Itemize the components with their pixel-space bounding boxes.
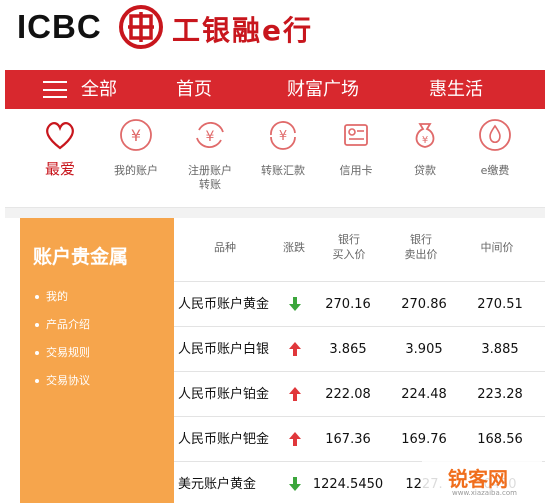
header-change: 涨跌 bbox=[283, 241, 305, 254]
bank-buy-cell: 1224.5450 bbox=[312, 477, 384, 492]
table-row[interactable]: 人民币账户黄金 270.16 270.86 270.51 bbox=[174, 281, 545, 326]
header-mid: 中间价 bbox=[480, 241, 514, 254]
quick-label: 信用卡 bbox=[339, 164, 373, 177]
bank-sell-cell: 3.905 bbox=[405, 342, 443, 357]
arrow-down-icon bbox=[289, 297, 301, 311]
brand-name-cn: 工银融e行 bbox=[172, 14, 313, 47]
bank-buy-cell: 3.865 bbox=[329, 342, 367, 357]
variety-cell: 人民币账户钯金 bbox=[178, 432, 270, 447]
bank-sell-cell: 224.48 bbox=[401, 387, 447, 402]
bank-buy-cell: 222.08 bbox=[325, 387, 371, 402]
bank-buy-cell: 167.36 bbox=[325, 432, 371, 447]
header-bank-buy: 银行 买入价 bbox=[332, 233, 366, 261]
table-row[interactable]: 人民币账户白银 3.865 3.905 3.885 bbox=[174, 326, 545, 371]
variety-cell: 人民币账户铂金 bbox=[178, 387, 270, 402]
variety-cell: 美元账户黄金 bbox=[178, 477, 257, 492]
quick-transfer[interactable]: ¥ 转账汇款 bbox=[248, 118, 318, 178]
section-divider bbox=[5, 208, 545, 218]
bank-sell-cell: 270.86 bbox=[401, 297, 447, 312]
sidebar-item-mine[interactable]: 我的 bbox=[35, 288, 68, 304]
app-header: ICBC 工银融e行 bbox=[0, 0, 550, 66]
arrow-up-icon bbox=[289, 432, 301, 446]
quick-access-bar: 最爱 ¥ 我的账户 ¥ 注册账户 转账 ¥ 转账汇款 信用卡 ¥ 贷款 e缴费 bbox=[5, 112, 545, 208]
quick-credit-card[interactable]: 信用卡 bbox=[321, 118, 391, 178]
quick-label: 注册账户 转账 bbox=[188, 164, 232, 191]
sidebar-item-trading-agreement[interactable]: 交易协议 bbox=[35, 372, 90, 388]
svg-text:¥: ¥ bbox=[279, 129, 287, 144]
brand-name-en: ICBC bbox=[17, 8, 102, 45]
sidebar-item-label: 我的 bbox=[46, 290, 68, 303]
precious-metals-sidebar: 账户贵金属 我的 产品介绍 交易规则 交易协议 bbox=[20, 218, 174, 503]
arrow-up-icon bbox=[289, 342, 301, 356]
svg-text:¥: ¥ bbox=[422, 135, 428, 146]
money-bag-icon: ¥ bbox=[415, 123, 435, 148]
watermark: 锐客网 www.xiazaiba.com bbox=[422, 459, 542, 499]
quick-label: 最爱 bbox=[44, 160, 75, 178]
nav-home[interactable]: 首页 bbox=[176, 70, 212, 109]
mid-price-cell: 223.28 bbox=[477, 387, 523, 402]
sidebar-item-product-intro[interactable]: 产品介绍 bbox=[35, 316, 90, 332]
sidebar-item-trading-rules[interactable]: 交易规则 bbox=[35, 344, 90, 360]
nav-all[interactable]: 全部 bbox=[81, 70, 117, 109]
header-bank-sell: 银行 卖出价 bbox=[404, 233, 438, 261]
icbc-logo-icon bbox=[119, 5, 163, 49]
yen-exchange-icon: ¥ bbox=[196, 121, 224, 149]
table-row[interactable]: 人民币账户铂金 222.08 224.48 223.28 bbox=[174, 371, 545, 416]
sidebar-item-label: 交易协议 bbox=[46, 374, 90, 387]
quick-label: 转账汇款 bbox=[261, 164, 305, 177]
mid-price-cell: 270.51 bbox=[477, 297, 523, 312]
quick-label: 贷款 bbox=[414, 164, 436, 177]
arrow-up-icon bbox=[289, 387, 301, 401]
yen-icon: ¥ bbox=[120, 119, 152, 151]
watermark-url: www.xiazaiba.com bbox=[452, 489, 517, 497]
header-variety: 品种 bbox=[214, 241, 236, 254]
table-row[interactable]: 人民币账户钯金 167.36 169.76 168.56 bbox=[174, 416, 545, 461]
sidebar-item-label: 交易规则 bbox=[46, 346, 90, 359]
nav-wealth-plaza[interactable]: 财富广场 bbox=[287, 70, 359, 109]
quick-label: e缴费 bbox=[480, 164, 510, 177]
variety-cell: 人民币账户黄金 bbox=[178, 297, 270, 312]
watermark-text: 锐客网 bbox=[448, 467, 508, 491]
quick-register-transfer[interactable]: ¥ 注册账户 转账 bbox=[175, 118, 245, 192]
svg-text:¥: ¥ bbox=[131, 126, 141, 145]
svg-text:¥: ¥ bbox=[206, 129, 215, 145]
quick-e-payment[interactable]: e缴费 bbox=[460, 118, 530, 178]
heart-icon bbox=[46, 122, 74, 150]
quick-label: 我的账户 bbox=[114, 164, 158, 177]
bank-buy-cell: 270.16 bbox=[325, 297, 371, 312]
transfer-icon: ¥ bbox=[270, 121, 296, 150]
sidebar-item-label: 产品介绍 bbox=[46, 318, 90, 331]
mid-price-cell: 168.56 bbox=[477, 432, 523, 447]
main-nav: 全部 首页 财富广场 惠生活 bbox=[5, 70, 545, 109]
sidebar-title: 账户贵金属 bbox=[33, 246, 129, 268]
mid-price-cell: 3.885 bbox=[481, 342, 519, 357]
quick-favorites[interactable]: 最爱 bbox=[25, 118, 95, 178]
variety-cell: 人民币账户白银 bbox=[178, 342, 270, 357]
nav-lifestyle[interactable]: 惠生活 bbox=[429, 70, 483, 109]
arrow-down-icon bbox=[289, 477, 301, 491]
quick-loan[interactable]: ¥ 贷款 bbox=[390, 118, 460, 178]
menu-icon[interactable] bbox=[43, 81, 67, 98]
credit-card-icon bbox=[344, 124, 368, 146]
drop-icon bbox=[479, 119, 511, 151]
bank-sell-cell: 169.76 bbox=[401, 432, 447, 447]
quick-my-account[interactable]: ¥ 我的账户 bbox=[101, 118, 171, 178]
